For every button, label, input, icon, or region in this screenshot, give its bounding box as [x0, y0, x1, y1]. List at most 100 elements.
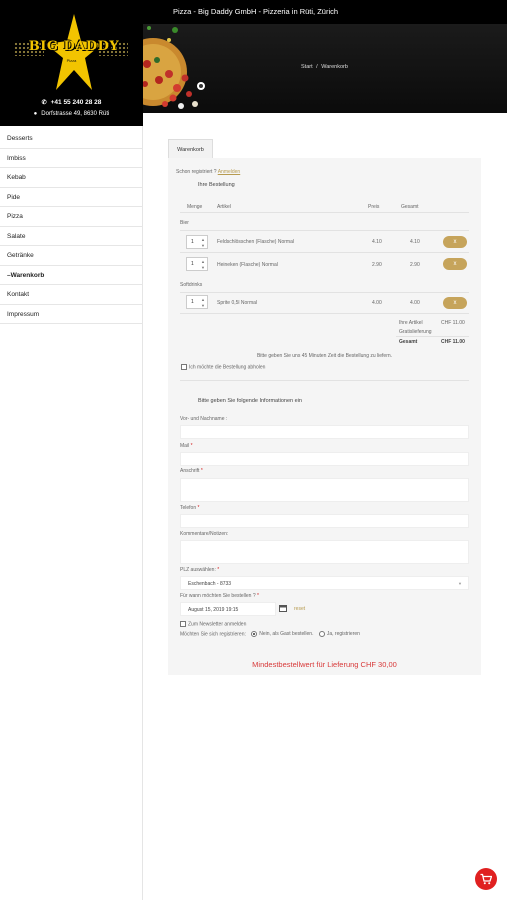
- registered-line: Schon registriert ? Anmelden: [176, 169, 240, 175]
- email-field[interactable]: [180, 452, 469, 466]
- col-qty: Menge: [187, 204, 203, 210]
- hero-banner: Start / Warenkorb: [143, 24, 507, 113]
- nav-item-impressum[interactable]: Impressum: [0, 305, 143, 324]
- nav-item-kontakt[interactable]: Kontakt: [0, 285, 143, 305]
- cart-panel: Schon registriert ? Anmelden Ihre Bestel…: [168, 158, 481, 675]
- phone-icon: ✆: [41, 100, 47, 106]
- breadcrumb: Start / Warenkorb: [301, 64, 348, 70]
- cart-button[interactable]: [475, 868, 497, 890]
- login-link[interactable]: Anmelden: [218, 169, 241, 175]
- newsletter-option[interactable]: Zum Newsletter anmelden: [180, 621, 246, 627]
- min-order-warning: Mindestbestellwert für Lieferung CHF 30,…: [252, 660, 397, 669]
- name-input[interactable]: [180, 425, 469, 439]
- datetime-value: August 15, 2019 19:15: [188, 607, 239, 613]
- chevron-down-icon[interactable]: ▼: [200, 265, 206, 270]
- site-title: Pizza - Big Daddy GmbH - Pizzeria in Rüt…: [173, 7, 339, 16]
- group-name-softdrinks: Softdrinks: [180, 282, 203, 288]
- registered-prefix: Schon registriert ?: [176, 169, 217, 175]
- reset-link[interactable]: reset: [294, 606, 305, 612]
- nav-item-imbiss[interactable]: Imbiss: [0, 149, 143, 168]
- row-divider: [180, 230, 469, 231]
- item-price: 2.90: [372, 262, 382, 268]
- required-mark: *: [200, 468, 203, 474]
- pickup-option[interactable]: Ich möchte die Bestellung abholen: [181, 364, 265, 370]
- nav-item-pizza[interactable]: Pizza: [0, 207, 143, 227]
- sidebar: BIG DADDY Pizza ✆ +41 55 240 28 28 ● Dorfs…: [0, 0, 143, 900]
- phone-field[interactable]: [180, 514, 469, 528]
- plz-select[interactable]: Eschenbach - 8733 ▼: [180, 576, 469, 590]
- item-price: 4.00: [372, 300, 382, 306]
- nav-item-getraenke[interactable]: Getränke: [0, 246, 143, 266]
- nav-item-pide[interactable]: Pide: [0, 188, 143, 207]
- summary-articles-value: CHF 11.00: [441, 320, 465, 326]
- quantity-stepper[interactable]: 1 ▲ ▼: [186, 257, 208, 271]
- required-mark: *: [217, 567, 220, 573]
- item-price: 4.10: [372, 239, 382, 245]
- required-mark: *: [197, 505, 200, 511]
- nav-item-warenkorb[interactable]: –Warenkorb: [0, 266, 143, 285]
- calendar-icon[interactable]: [279, 604, 287, 612]
- datetime-input[interactable]: August 15, 2019 19:15: [180, 602, 276, 616]
- register-yes-option[interactable]: Ja, registrieren: [318, 631, 360, 637]
- order-heading: Ihre Bestellung: [198, 182, 235, 188]
- register-no-option[interactable]: Nein, als Gast bestellen.: [251, 631, 313, 637]
- nav-item-kebab[interactable]: Kebab: [0, 168, 143, 188]
- quantity-stepper[interactable]: 1 ▲ ▼: [186, 235, 208, 249]
- name-label: Vor- und Nachname :: [180, 416, 228, 422]
- tab-warenkorb[interactable]: Warenkorb: [168, 139, 213, 159]
- register-no-radio[interactable]: [251, 631, 258, 637]
- summary-delivery-label: Gratislieferung: [399, 329, 432, 335]
- plz-label: PLZ auswählen:: [180, 567, 216, 573]
- form-heading: Bitte geben Sie folgende Informationen e…: [198, 398, 302, 404]
- nav-item-salate[interactable]: Salate: [0, 227, 143, 246]
- header-divider: [180, 212, 469, 213]
- chevron-down-icon[interactable]: ▼: [200, 243, 206, 248]
- chevron-up-icon[interactable]: ▲: [200, 297, 206, 302]
- chevron-up-icon[interactable]: ▲: [200, 259, 206, 264]
- remove-item-button[interactable]: x: [443, 297, 467, 309]
- register-yes-radio[interactable]: [318, 631, 325, 637]
- cart-icon: [480, 873, 492, 885]
- address-textarea[interactable]: [180, 478, 469, 502]
- map-pin-icon: ●: [33, 111, 38, 117]
- plz-label-row: PLZ auswählen: *: [180, 567, 219, 573]
- col-article: Artikel: [217, 204, 231, 210]
- comment-label: Kommentare/Notizen:: [180, 531, 229, 537]
- pickup-label: Ich möchte die Bestellung abholen: [189, 364, 266, 371]
- newsletter-label: Zum Newsletter anmelden: [188, 621, 247, 628]
- chevron-down-icon[interactable]: ▼: [200, 303, 206, 308]
- item-article: Feldschlösschen (Flasche) Normal: [217, 239, 294, 245]
- item-total: 2.90: [410, 262, 420, 268]
- nav-item-desserts[interactable]: Desserts: [0, 129, 143, 149]
- register-row: Möchten Sie sich registrieren: Nein, als…: [180, 631, 360, 637]
- item-total: 4.00: [410, 300, 420, 306]
- register-no-label: Nein, als Gast bestellen.: [259, 631, 314, 638]
- logo-area: BIG DADDY Pizza ✆ +41 55 240 28 28 ● Dorfs…: [0, 0, 143, 126]
- mail-label: Mail: [180, 443, 190, 449]
- address-label: Anschrift: [180, 468, 200, 474]
- pickup-checkbox[interactable]: [181, 364, 187, 370]
- remove-item-button[interactable]: x: [443, 236, 467, 248]
- contact-phone[interactable]: ✆ +41 55 240 28 28: [0, 99, 143, 106]
- quantity-stepper[interactable]: 1 ▲ ▼: [186, 295, 208, 309]
- row-divider: [180, 313, 469, 314]
- summary-divider: [396, 336, 469, 337]
- summary-total-value: CHF 11.00: [441, 339, 465, 345]
- quantity-value: 1: [191, 299, 194, 305]
- address-text: Dorfstrasse 49, 8630 Rüti: [41, 111, 110, 117]
- chevron-up-icon[interactable]: ▲: [200, 237, 206, 242]
- mail-label-row: Mail *: [180, 443, 193, 449]
- quantity-value: 1: [191, 261, 194, 267]
- site-title-bar: Pizza - Big Daddy GmbH - Pizzeria in Rüt…: [143, 0, 507, 24]
- required-mark: *: [190, 443, 193, 449]
- newsletter-checkbox[interactable]: [180, 621, 186, 627]
- plz-selected-value: Eschenbach - 8733: [188, 581, 232, 587]
- when-label-row: Für wann möchten Sie bestellen ? *: [180, 593, 259, 599]
- register-question: Möchten Sie sich registrieren:: [180, 631, 246, 638]
- phone-label: Telefon: [180, 505, 197, 511]
- delivery-time-note: Bitte geben Sie uns 45 Minuten Zeit die …: [256, 353, 393, 359]
- breadcrumb-home[interactable]: Start: [301, 64, 313, 70]
- address-label-row: Anschrift *: [180, 468, 203, 474]
- comment-textarea[interactable]: [180, 540, 469, 564]
- remove-item-button[interactable]: x: [443, 258, 467, 270]
